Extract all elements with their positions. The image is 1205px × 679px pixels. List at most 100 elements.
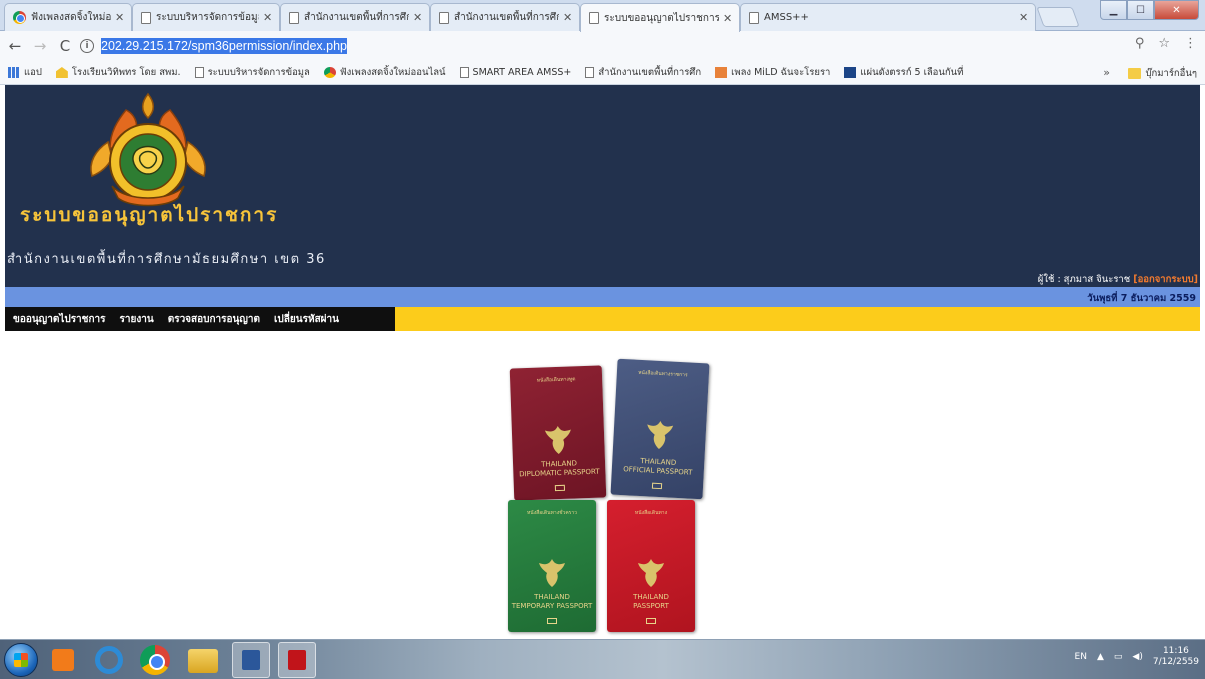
volume-icon[interactable]: ◀)	[1132, 652, 1142, 662]
reload-button[interactable]: C	[55, 35, 75, 57]
passport-footer: THAILAND TEMPORARY PASSPORT	[511, 593, 593, 610]
menu-check-permission[interactable]: ตรวจสอบการอนุญาต	[168, 312, 260, 327]
bookmark-office[interactable]: สำนักงานเขตพื้นที่การศึก	[585, 65, 701, 80]
close-window-button[interactable]: ✕	[1154, 0, 1199, 20]
extension-icon[interactable]: ⚲	[1135, 36, 1145, 51]
windows-taskbar: EN ▲ ▭ ◀) 11:16 7/12/2559	[0, 639, 1205, 679]
other-bookmarks-label: บุ๊กมาร์กอื่นๆ	[1145, 68, 1197, 79]
tab-title: ระบบบริหารจัดการข้อมูลโรงเรียน	[156, 12, 259, 23]
forward-button[interactable]: →	[30, 35, 50, 57]
acrobat-icon[interactable]	[278, 642, 316, 678]
bookmark-label: แอป	[24, 67, 42, 78]
date-band: วันพุธที่ 7 ธันวาคม 2559	[5, 287, 1200, 307]
bookmark-song[interactable]: เพลง MiLD ฉันจะโรยรา	[715, 65, 830, 80]
menu-report[interactable]: รายงาน	[120, 312, 154, 327]
user-info: ผู้ใช้ : สุภมาส จินะราช [ออกจากระบบ]	[1038, 272, 1198, 287]
close-icon[interactable]: ✕	[115, 11, 125, 24]
garuda-emblem-icon	[544, 425, 571, 454]
music-icon	[715, 67, 728, 78]
passport-footer: THAILAND PASSPORT	[633, 593, 669, 610]
close-icon[interactable]: ✕	[413, 11, 423, 24]
passport-footer: THAILAND DIPLOMATIC PASSPORT	[519, 459, 600, 478]
office-icon[interactable]	[52, 649, 74, 671]
passport-temporary: หนังสือเดินทางชั่วคราว THAILAND TEMPORAR…	[508, 500, 596, 632]
apps-icon	[8, 67, 20, 78]
menu-change-password[interactable]: เปลี่ยนรหัสผ่าน	[274, 312, 339, 327]
address-bar[interactable]: i 202.29.215.172/spm36permission/index.p…	[80, 35, 1160, 57]
menu-items: ขออนุญาตไปราชการ รายงาน ตรวจสอบการอนุญาต…	[5, 307, 395, 331]
tab-office-2[interactable]: สำนักงานเขตพื้นที่การศึกษา ✕	[430, 3, 580, 31]
tab-school-data[interactable]: ระบบบริหารจัดการข้อมูลโรงเรียน ✕	[132, 3, 280, 31]
bookmark-music[interactable]: ฟังเพลงสดจิ้งใหม่ออนไลน์	[323, 65, 446, 80]
back-button[interactable]: ←	[5, 35, 25, 57]
chrome-icon[interactable]	[140, 645, 170, 675]
document-icon	[585, 67, 595, 78]
menu-request-permission[interactable]: ขออนุญาตไปราชการ	[13, 312, 106, 327]
chip-icon	[651, 482, 663, 490]
tab-title: AMSS++	[764, 12, 809, 23]
main-menu: ขออนุญาตไปราชการ รายงาน ตรวจสอบการอนุญาต…	[5, 307, 1200, 331]
language-indicator[interactable]: EN	[1075, 652, 1087, 662]
tab-amss[interactable]: AMSS++ ✕	[740, 3, 1036, 31]
bookmark-smart-area[interactable]: SMART AREA AMSS+	[459, 67, 571, 78]
close-icon[interactable]: ✕	[263, 11, 273, 24]
menu-icon[interactable]: ⋮	[1184, 36, 1197, 51]
passport-official: หนังสือเดินทางราชการ THAILAND OFFICIAL P…	[610, 358, 710, 500]
window-controls: ▁ ☐ ✕	[1100, 0, 1199, 22]
logout-link[interactable]: [ออกจากระบบ]	[1133, 274, 1198, 285]
clock-time: 11:16	[1162, 646, 1189, 656]
bookmark-tv[interactable]: แผ่นดังตรรก์ 5 เลือนกันที่	[844, 65, 963, 80]
document-icon	[439, 11, 449, 24]
document-icon	[141, 11, 151, 24]
browser-tab-strip: ฟังเพลงสดจิ้งใหม่ออนไลน์ ✕ ระบบบริหารจัด…	[0, 0, 1205, 32]
internet-explorer-icon[interactable]	[95, 646, 123, 674]
tab-music[interactable]: ฟังเพลงสดจิ้งใหม่ออนไลน์ ✕	[4, 3, 132, 31]
clock[interactable]: 11:16 7/12/2559	[1153, 646, 1199, 669]
current-date: วันพุธที่ 7 ธันวาคม 2559	[1087, 293, 1196, 304]
tray-expand-icon[interactable]: ▲	[1097, 652, 1104, 662]
close-icon[interactable]: ✕	[1019, 11, 1029, 24]
bookmark-data-system[interactable]: ระบบบริหารจัดการข้อมูล	[194, 65, 310, 80]
passport-header: หนังสือเดินทางราชการ	[637, 369, 688, 379]
clock-date: 7/12/2559	[1152, 657, 1199, 668]
close-icon[interactable]: ✕	[723, 12, 733, 25]
url-text[interactable]: 202.29.215.172/spm36permission/index.php	[101, 38, 348, 54]
word-icon[interactable]	[232, 642, 270, 678]
bookmarks-bar: แอป โรงเรียนวิทิพทร โดย สพม. ระบบบริหารจ…	[0, 61, 1205, 85]
site-title: ระบบขออนุญาตไปราชการ	[20, 204, 279, 226]
passport-header: หนังสือเดินทาง	[634, 510, 668, 516]
garuda-emblem-icon	[638, 558, 664, 587]
start-button[interactable]	[4, 643, 38, 677]
star-icon[interactable]: ☆	[1158, 36, 1170, 51]
chip-icon	[554, 484, 566, 492]
close-icon[interactable]: ✕	[563, 11, 573, 24]
obec-logo	[90, 92, 206, 207]
bookmark-label: แผ่นดังตรรก์ 5 เลือนกันที่	[860, 67, 964, 78]
minimize-button[interactable]: ▁	[1100, 0, 1127, 20]
tab-permission-system[interactable]: ระบบขออนุญาตไปราชการ ✕	[580, 3, 740, 32]
bookmark-apps[interactable]: แอป	[8, 65, 42, 80]
maximize-button[interactable]: ☐	[1127, 0, 1154, 20]
bookmark-label: สำนักงานเขตพื้นที่การศึก	[598, 67, 702, 78]
tab-title: สำนักงานเขตพื้นที่การศึกษา	[304, 12, 409, 23]
tab-title: ระบบขออนุญาตไปราชการ	[604, 12, 719, 24]
chip-icon	[646, 618, 656, 624]
bookmarks-overflow-button[interactable]: »	[1103, 66, 1110, 79]
file-explorer-icon[interactable]	[188, 649, 218, 673]
passport-header: หนังสือเดินทางทูต	[536, 376, 576, 384]
document-icon	[194, 67, 204, 78]
tab-title: ฟังเพลงสดจิ้งใหม่ออนไลน์	[31, 12, 111, 23]
other-bookmarks[interactable]: บุ๊กมาร์กอื่นๆ	[1128, 66, 1197, 81]
toolbar-actions: ⚲ ☆ ⋮	[1135, 36, 1197, 51]
user-name: ผู้ใช้ : สุภมาส จินะราช	[1037, 274, 1131, 285]
bookmark-school[interactable]: โรงเรียนวิทิพทร โดย สพม.	[55, 65, 181, 80]
garuda-emblem-icon	[539, 558, 565, 587]
tv-icon	[844, 67, 857, 78]
new-tab-button[interactable]	[1036, 7, 1080, 27]
tab-office-1[interactable]: สำนักงานเขตพื้นที่การศึกษา ✕	[280, 3, 430, 31]
document-icon	[589, 12, 599, 24]
info-icon[interactable]: i	[80, 39, 94, 53]
bookmark-label: โรงเรียนวิทิพทร โดย สพม.	[71, 67, 181, 78]
network-icon[interactable]: ▭	[1114, 652, 1123, 662]
document-icon	[749, 11, 759, 24]
